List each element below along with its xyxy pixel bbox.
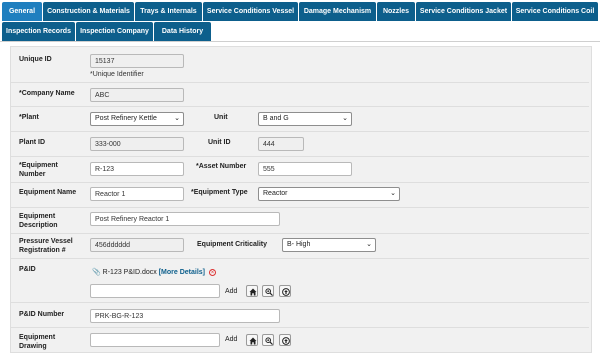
company-name-field[interactable]: ABC [90, 88, 184, 102]
tab-construction-materials[interactable]: Construction & Materials [43, 2, 134, 21]
zoom-icon [265, 337, 273, 345]
row-divider [11, 258, 589, 259]
asset-number-field[interactable]: 555 [258, 162, 352, 176]
tab-service-conditions-vessel[interactable]: Service Conditions Vessel [203, 2, 298, 21]
row-divider [11, 207, 589, 208]
unit-select-value: B and G [263, 115, 289, 122]
chevron-down-icon: ⌄ [342, 115, 348, 122]
tab-inspection-records[interactable]: Inspection Records [2, 22, 75, 41]
pv-registration-field[interactable]: 456dddddd [90, 238, 184, 252]
unit-id-field: 444 [258, 137, 304, 151]
zoom-icon [265, 288, 273, 296]
unit-select[interactable]: B and G ⌄ [258, 112, 352, 126]
plant-label: *Plant [19, 114, 39, 121]
row-divider [11, 106, 589, 107]
pid-zoom-button[interactable] [262, 285, 274, 297]
pid-home-button[interactable] [246, 285, 258, 297]
pid-attachment: 📎 R-123 P&ID.docx [More Details] × [92, 268, 216, 276]
paperclip-icon: 📎 [92, 269, 101, 276]
criticality-select-value: B- High [287, 241, 311, 248]
drawing-zoom-button[interactable] [262, 334, 274, 346]
drawing-home-button[interactable] [246, 334, 258, 346]
unique-id-hint: *Unique Identifier [90, 71, 144, 78]
row-divider [11, 302, 589, 303]
tab-trays-internals[interactable]: Trays & Internals [135, 2, 202, 21]
home-icon [249, 337, 257, 345]
tab-service-conditions-jacket[interactable]: Service Conditions Jacket [416, 2, 511, 21]
row-divider [11, 233, 589, 234]
chevron-down-icon: ⌄ [174, 115, 180, 122]
unique-id-field: 15137 [90, 54, 184, 68]
drawing-add-button[interactable]: Add [225, 333, 237, 347]
pid-number-field[interactable]: PRK-BG-R-123 [90, 309, 280, 323]
tab-nozzles[interactable]: Nozzles [377, 2, 415, 21]
drawing-upload-button[interactable] [279, 334, 291, 346]
chevron-down-icon: ⌄ [366, 241, 372, 248]
criticality-select[interactable]: B- High ⌄ [282, 238, 376, 252]
unit-id-label: Unit ID [208, 139, 231, 146]
tab-bar: General Construction & Materials Trays &… [0, 0, 600, 42]
tab-damage-mechanism[interactable]: Damage Mechanism [299, 2, 376, 21]
unique-id-label: Unique ID [19, 56, 52, 63]
tab-underline [0, 41, 600, 42]
plant-id-field: 333-000 [90, 137, 184, 151]
equipment-description-label: Equipment Description [19, 213, 58, 229]
row-divider [11, 82, 589, 83]
pv-registration-label: Pressure Vessel Registration # [19, 238, 73, 254]
equipment-name-field[interactable]: Reactor 1 [90, 187, 184, 201]
plant-select[interactable]: Post Refinery Kettle ⌄ [90, 112, 184, 126]
tab-general[interactable]: General [2, 2, 42, 21]
upload-icon [282, 288, 290, 296]
row-divider [11, 131, 589, 132]
equipment-drawing-file-input[interactable] [90, 333, 220, 347]
equipment-description-field[interactable]: Post Refinery Reactor 1 [90, 212, 280, 226]
pid-add-button[interactable]: Add [225, 285, 237, 299]
company-name-label: *Company Name [19, 90, 75, 97]
tab-service-conditions-coil[interactable]: Service Conditions Coil [512, 2, 598, 21]
pid-upload-button[interactable] [279, 285, 291, 297]
pid-more-details-link[interactable]: [More Details] [159, 269, 205, 276]
chevron-down-icon: ⌄ [390, 190, 396, 197]
equipment-drawing-label: Equipment Drawing [19, 334, 56, 350]
row-divider [11, 182, 589, 183]
unit-label: Unit [214, 114, 228, 121]
pid-number-label: P&ID Number [19, 311, 65, 318]
equipment-number-field[interactable]: R-123 [90, 162, 184, 176]
criticality-label: Equipment Criticality [197, 241, 268, 248]
row-divider [11, 327, 589, 328]
equipment-number-label: *Equipment Number [19, 162, 58, 178]
row-divider [11, 156, 589, 157]
equipment-type-select[interactable]: Reactor ⌄ [258, 187, 400, 201]
upload-icon [282, 337, 290, 345]
equipment-name-label: Equipment Name [19, 189, 77, 196]
equipment-type-label: *Equipment Type [191, 189, 248, 196]
pid-label: P&ID [19, 266, 36, 273]
plant-select-value: Post Refinery Kettle [95, 115, 157, 122]
asset-number-label: *Asset Number [196, 163, 247, 170]
tab-data-history[interactable]: Data History [154, 22, 211, 41]
tab-inspection-company[interactable]: Inspection Company [76, 22, 153, 41]
plant-id-label: Plant ID [19, 139, 46, 146]
pid-file-name[interactable]: R-123 P&ID.docx [103, 269, 157, 276]
remove-icon[interactable]: × [208, 268, 216, 276]
home-icon [249, 288, 257, 296]
equipment-type-select-value: Reactor [263, 190, 288, 197]
pid-file-input[interactable] [90, 284, 220, 298]
